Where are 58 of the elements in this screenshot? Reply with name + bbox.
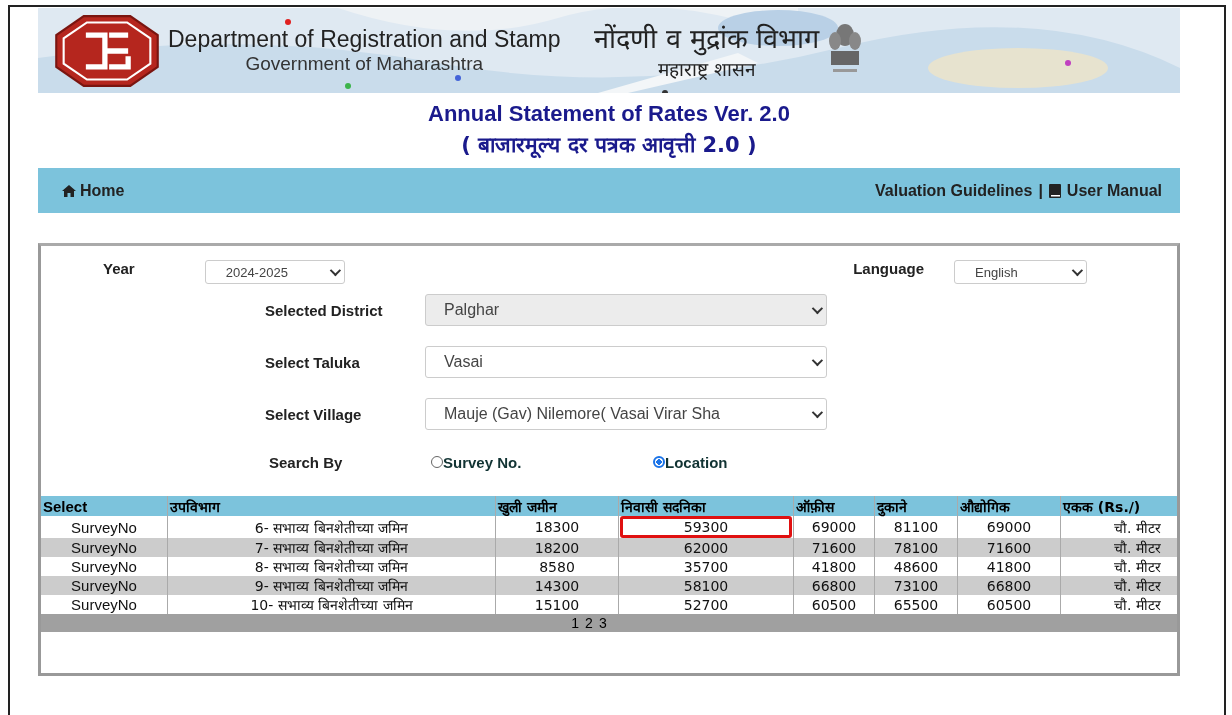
column-header: Select	[41, 496, 168, 516]
table-cell: 62000	[618, 538, 794, 557]
table-cell: SurveyNo	[41, 538, 168, 557]
column-header: खुली जमीन	[495, 496, 619, 516]
language-label: Language	[853, 260, 924, 277]
column-header: एकक (Rs./)	[1060, 496, 1177, 516]
department-title: नोंदणी व मुद्रांक विभाग	[594, 22, 820, 56]
year-label: Year	[103, 260, 135, 277]
language-select[interactable]: English	[954, 260, 1087, 284]
page-link[interactable]: 2	[585, 615, 593, 631]
column-header: औद्योगिक	[957, 496, 1061, 516]
table-cell: 66800	[957, 576, 1061, 595]
column-header: उपविभाग	[167, 496, 496, 516]
logo-icon	[54, 13, 160, 88]
home-link[interactable]: Home	[62, 181, 125, 200]
table-cell: 71600	[793, 538, 875, 557]
radio-option[interactable]: Location	[653, 453, 875, 471]
field-label: Selected District	[265, 301, 384, 319]
search-by-label: Search By	[269, 453, 344, 471]
table-cell: SurveyNo	[41, 557, 168, 576]
radio-icon[interactable]	[653, 456, 665, 468]
table-cell: चौ. मीटर	[1060, 538, 1177, 557]
dropdown-field[interactable]: Mauje (Gav) Nilemore( Vasai Virar Sha	[425, 398, 827, 430]
table-cell: 71600	[957, 538, 1061, 557]
column-header: ऑफ़ीस	[793, 496, 875, 516]
guidelines-link[interactable]: Valuation Guidelines	[875, 181, 1033, 200]
page-subtitle: ( बाजारमूल्य दर पत्रक आवृत्ती 2.0 )	[460, 131, 758, 158]
field-label: Select Village	[265, 405, 363, 423]
column-header: दुकाने	[874, 496, 958, 516]
table-cell: SurveyNo	[41, 576, 168, 595]
table-cell: 73100	[874, 576, 958, 595]
table-cell: SurveyNo	[41, 595, 168, 614]
page-title: Annual Statement of Rates Ver. 2.0	[427, 101, 791, 127]
table-cell: 14300	[495, 576, 619, 595]
table-cell: 78100	[874, 538, 958, 557]
department-title: Department of Registration and Stamp	[168, 26, 561, 53]
radio-option[interactable]: Survey No.	[431, 453, 653, 471]
table-cell: 58100	[618, 576, 794, 595]
radio-icon[interactable]	[431, 456, 443, 468]
government-subtitle: महाराष्ट्र शासन	[657, 57, 756, 82]
table-cell: 18200	[495, 538, 619, 557]
table-cell: 9- सभाव्य बिनशेतीच्या जमिन	[167, 576, 496, 595]
dropdown-field[interactable]: Vasai	[425, 346, 827, 378]
page-link[interactable]: 3	[598, 615, 607, 631]
table-cell: 7- सभाव्य बिनशेतीच्या जमिन	[167, 538, 496, 557]
book-icon	[1048, 183, 1061, 198]
separator: |	[1038, 181, 1043, 200]
home-icon	[62, 184, 76, 197]
year-select[interactable]: 2024-2025	[204, 260, 345, 284]
manual-link[interactable]: User Manual	[1066, 181, 1162, 200]
government-subtitle: Government of Maharashtra	[245, 53, 484, 75]
highlighted-cell: 59300	[620, 516, 792, 538]
column-header: निवासी सदनिका	[618, 496, 794, 516]
table-cell: चौ. मीटर	[1060, 576, 1177, 595]
table-cell: 66800	[793, 576, 875, 595]
table-cell: SurveyNo	[41, 516, 168, 538]
page-link[interactable]: 1	[571, 615, 580, 631]
field-label: Select Taluka	[265, 353, 361, 371]
